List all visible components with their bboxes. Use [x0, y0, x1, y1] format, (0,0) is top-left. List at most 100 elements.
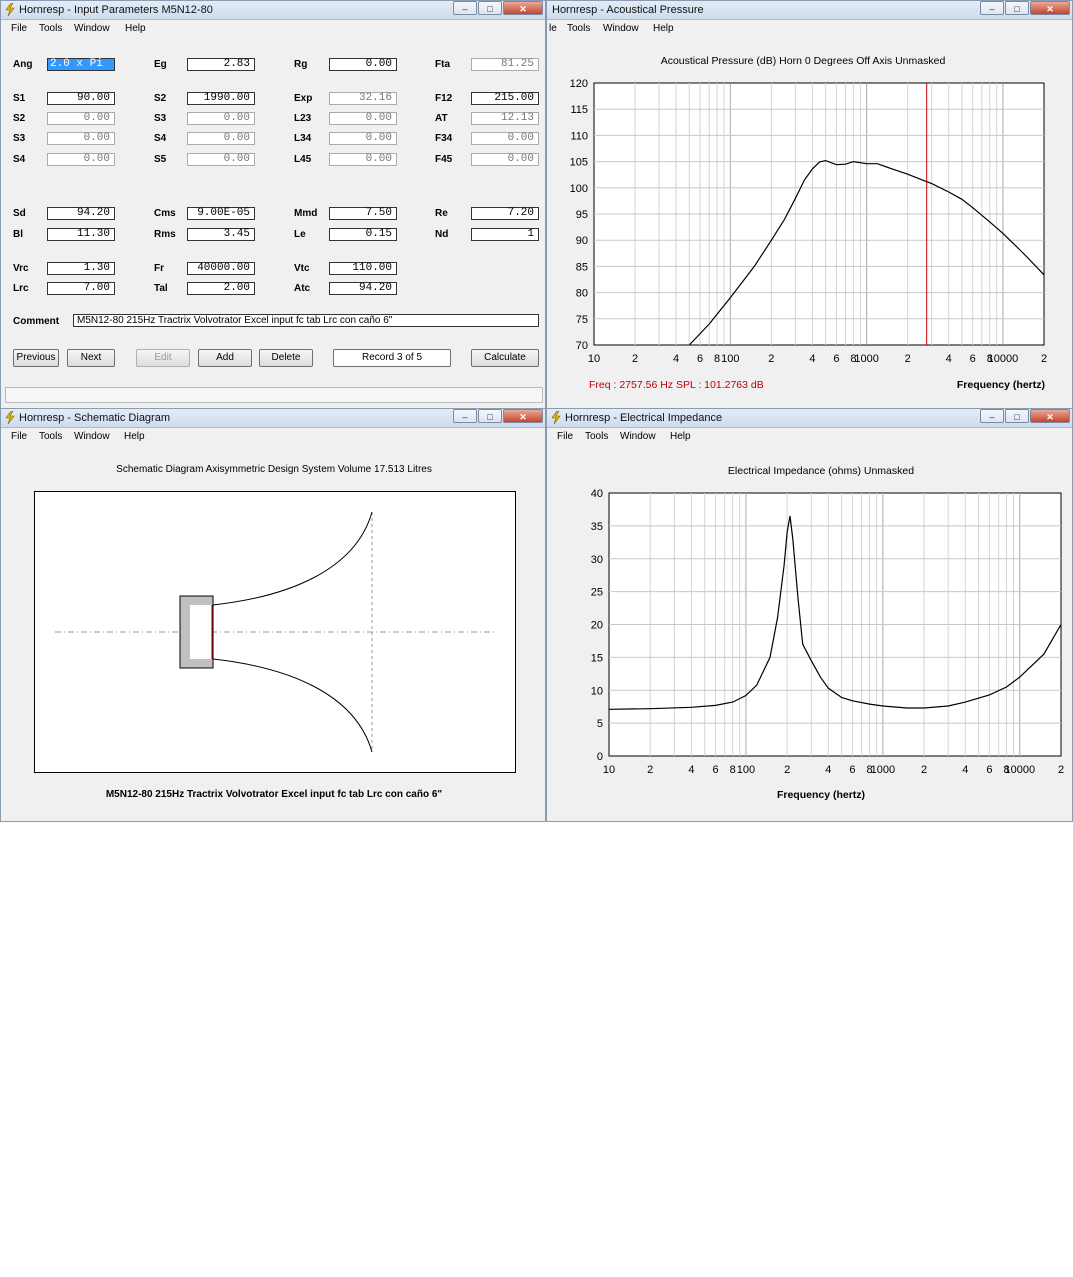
- y-tick-label: 110: [570, 130, 588, 142]
- input-title-bar[interactable]: Hornresp - Input Parameters M5N12-80 – □…: [1, 1, 545, 20]
- menu-file[interactable]: File: [11, 431, 27, 442]
- menu-tools[interactable]: Tools: [39, 431, 62, 442]
- x-tick-label: 8: [730, 764, 736, 776]
- calculate-button[interactable]: Calculate: [471, 349, 539, 367]
- menu-window[interactable]: Window: [74, 23, 110, 34]
- delete-button[interactable]: Delete: [259, 349, 313, 367]
- param-field[interactable]: 0.00: [471, 132, 539, 145]
- close-button[interactable]: ✕: [1030, 1, 1070, 15]
- pressure-title-bar[interactable]: Hornresp - Acoustical Pressure – □ ✕: [547, 1, 1072, 20]
- x-tick-label: 10: [588, 353, 600, 365]
- param-field[interactable]: 81.25: [471, 58, 539, 71]
- menu-file[interactable]: le: [549, 23, 557, 34]
- param-label: S1: [13, 93, 26, 104]
- param-field[interactable]: 9.00E-05: [187, 207, 255, 220]
- param-field[interactable]: 7.00: [47, 282, 115, 295]
- menu-tools[interactable]: Tools: [39, 23, 62, 34]
- param-field[interactable]: 94.20: [329, 282, 397, 295]
- param-field[interactable]: 0.00: [47, 112, 115, 125]
- menu-window[interactable]: Window: [603, 23, 639, 34]
- menu-file[interactable]: File: [557, 431, 573, 442]
- param-field[interactable]: 0.15: [329, 228, 397, 241]
- x-tick-label: 4: [962, 764, 968, 776]
- param-label: L34: [294, 133, 312, 144]
- param-field[interactable]: 0.00: [187, 132, 255, 145]
- add-button[interactable]: Add: [198, 349, 252, 367]
- y-tick-label: 95: [576, 209, 588, 221]
- param-field[interactable]: 40000.00: [187, 262, 255, 275]
- param-field[interactable]: 0.00: [329, 112, 397, 125]
- param-field[interactable]: 7.20: [471, 207, 539, 220]
- minimize-button[interactable]: –: [453, 1, 477, 15]
- horn-schematic: [34, 491, 516, 773]
- menu-window[interactable]: Window: [74, 431, 110, 442]
- param-label: Re: [435, 208, 448, 219]
- previous-button[interactable]: Previous: [13, 349, 59, 367]
- next-button[interactable]: Next: [67, 349, 115, 367]
- comment-field[interactable]: M5N12-80 215Hz Tractrix Volvotrator Exce…: [73, 314, 539, 327]
- impedance-title-bar[interactable]: Hornresp - Electrical Impedance – □ ✕: [547, 409, 1072, 428]
- menu-help[interactable]: Help: [670, 431, 691, 442]
- param-field[interactable]: 1990.00: [187, 92, 255, 105]
- y-tick-label: 15: [591, 652, 603, 664]
- minimize-button[interactable]: –: [453, 409, 477, 423]
- y-tick-label: 10: [591, 685, 603, 697]
- param-field[interactable]: 2.83: [187, 58, 255, 71]
- param-field[interactable]: 3.45: [187, 228, 255, 241]
- schematic-title-bar[interactable]: Hornresp - Schematic Diagram – □ ✕: [1, 409, 545, 428]
- menu-help[interactable]: Help: [124, 431, 145, 442]
- x-tick-label: 6: [697, 353, 703, 365]
- param-field[interactable]: 90.00: [47, 92, 115, 105]
- param-field[interactable]: 0.00: [187, 153, 255, 166]
- param-field[interactable]: 11.30: [47, 228, 115, 241]
- y-tick-label: 70: [576, 340, 588, 352]
- param-field[interactable]: 0.00: [47, 132, 115, 145]
- electrical-impedance-window: Hornresp - Electrical Impedance – □ ✕ Fi…: [546, 408, 1073, 822]
- param-label: L45: [294, 154, 312, 165]
- menu-tools[interactable]: Tools: [567, 23, 590, 34]
- close-button[interactable]: ✕: [503, 409, 543, 423]
- param-field[interactable]: 1.30: [47, 262, 115, 275]
- spl-chart[interactable]: 70758085909510010511011512010 2 4 6 8 100 2 4 6 8…: [547, 39, 1072, 409]
- close-button[interactable]: ✕: [1030, 409, 1070, 423]
- param-field[interactable]: 215.00: [471, 92, 539, 105]
- param-field[interactable]: 0.00: [471, 153, 539, 166]
- impedance-chart[interactable]: 051015202530354010 2 4 6 8 100 2 4 6 81000 2 4 6 8100…: [547, 447, 1072, 822]
- param-field[interactable]: 12.13: [471, 112, 539, 125]
- param-field[interactable]: 0.00: [47, 153, 115, 166]
- menu-tools[interactable]: Tools: [585, 431, 608, 442]
- param-field[interactable]: 0.00: [329, 132, 397, 145]
- schematic-diagram-window: Hornresp - Schematic Diagram – □ ✕ File …: [0, 408, 546, 822]
- input-parameters-window: Hornresp - Input Parameters M5N12-80 – □…: [0, 0, 546, 410]
- param-label: Tal: [154, 283, 168, 294]
- param-field[interactable]: 94.20: [47, 207, 115, 220]
- param-field[interactable]: 0.00: [187, 112, 255, 125]
- maximize-button[interactable]: □: [1005, 1, 1029, 15]
- maximize-button[interactable]: □: [478, 409, 502, 423]
- input-menu-bar: File Tools Window Help: [1, 20, 545, 38]
- menu-window[interactable]: Window: [620, 431, 656, 442]
- edit-button[interactable]: Edit: [136, 349, 190, 367]
- param-label: Vrc: [13, 263, 29, 274]
- param-field[interactable]: 2.0 x Pi: [47, 58, 115, 71]
- menu-file[interactable]: File: [11, 23, 27, 34]
- menu-help[interactable]: Help: [653, 23, 674, 34]
- minimize-button[interactable]: –: [980, 1, 1004, 15]
- maximize-button[interactable]: □: [478, 1, 502, 15]
- x-tick-label: 4: [825, 764, 831, 776]
- hornresp-logo-icon: [5, 411, 15, 424]
- x-tick-label: 2: [784, 764, 790, 776]
- maximize-button[interactable]: □: [1005, 409, 1029, 423]
- param-field[interactable]: 0.00: [329, 153, 397, 166]
- param-field[interactable]: 7.50: [329, 207, 397, 220]
- menu-help[interactable]: Help: [125, 23, 146, 34]
- param-field[interactable]: 0.00: [329, 58, 397, 71]
- param-field[interactable]: 1: [471, 228, 539, 241]
- close-button[interactable]: ✕: [503, 1, 543, 15]
- param-field[interactable]: 2.00: [187, 282, 255, 295]
- impedance-window-title: Hornresp - Electrical Impedance: [565, 412, 723, 424]
- param-field[interactable]: 110.00: [329, 262, 397, 275]
- y-tick-label: 40: [591, 488, 603, 500]
- minimize-button[interactable]: –: [980, 409, 1004, 423]
- param-field[interactable]: 32.16: [329, 92, 397, 105]
